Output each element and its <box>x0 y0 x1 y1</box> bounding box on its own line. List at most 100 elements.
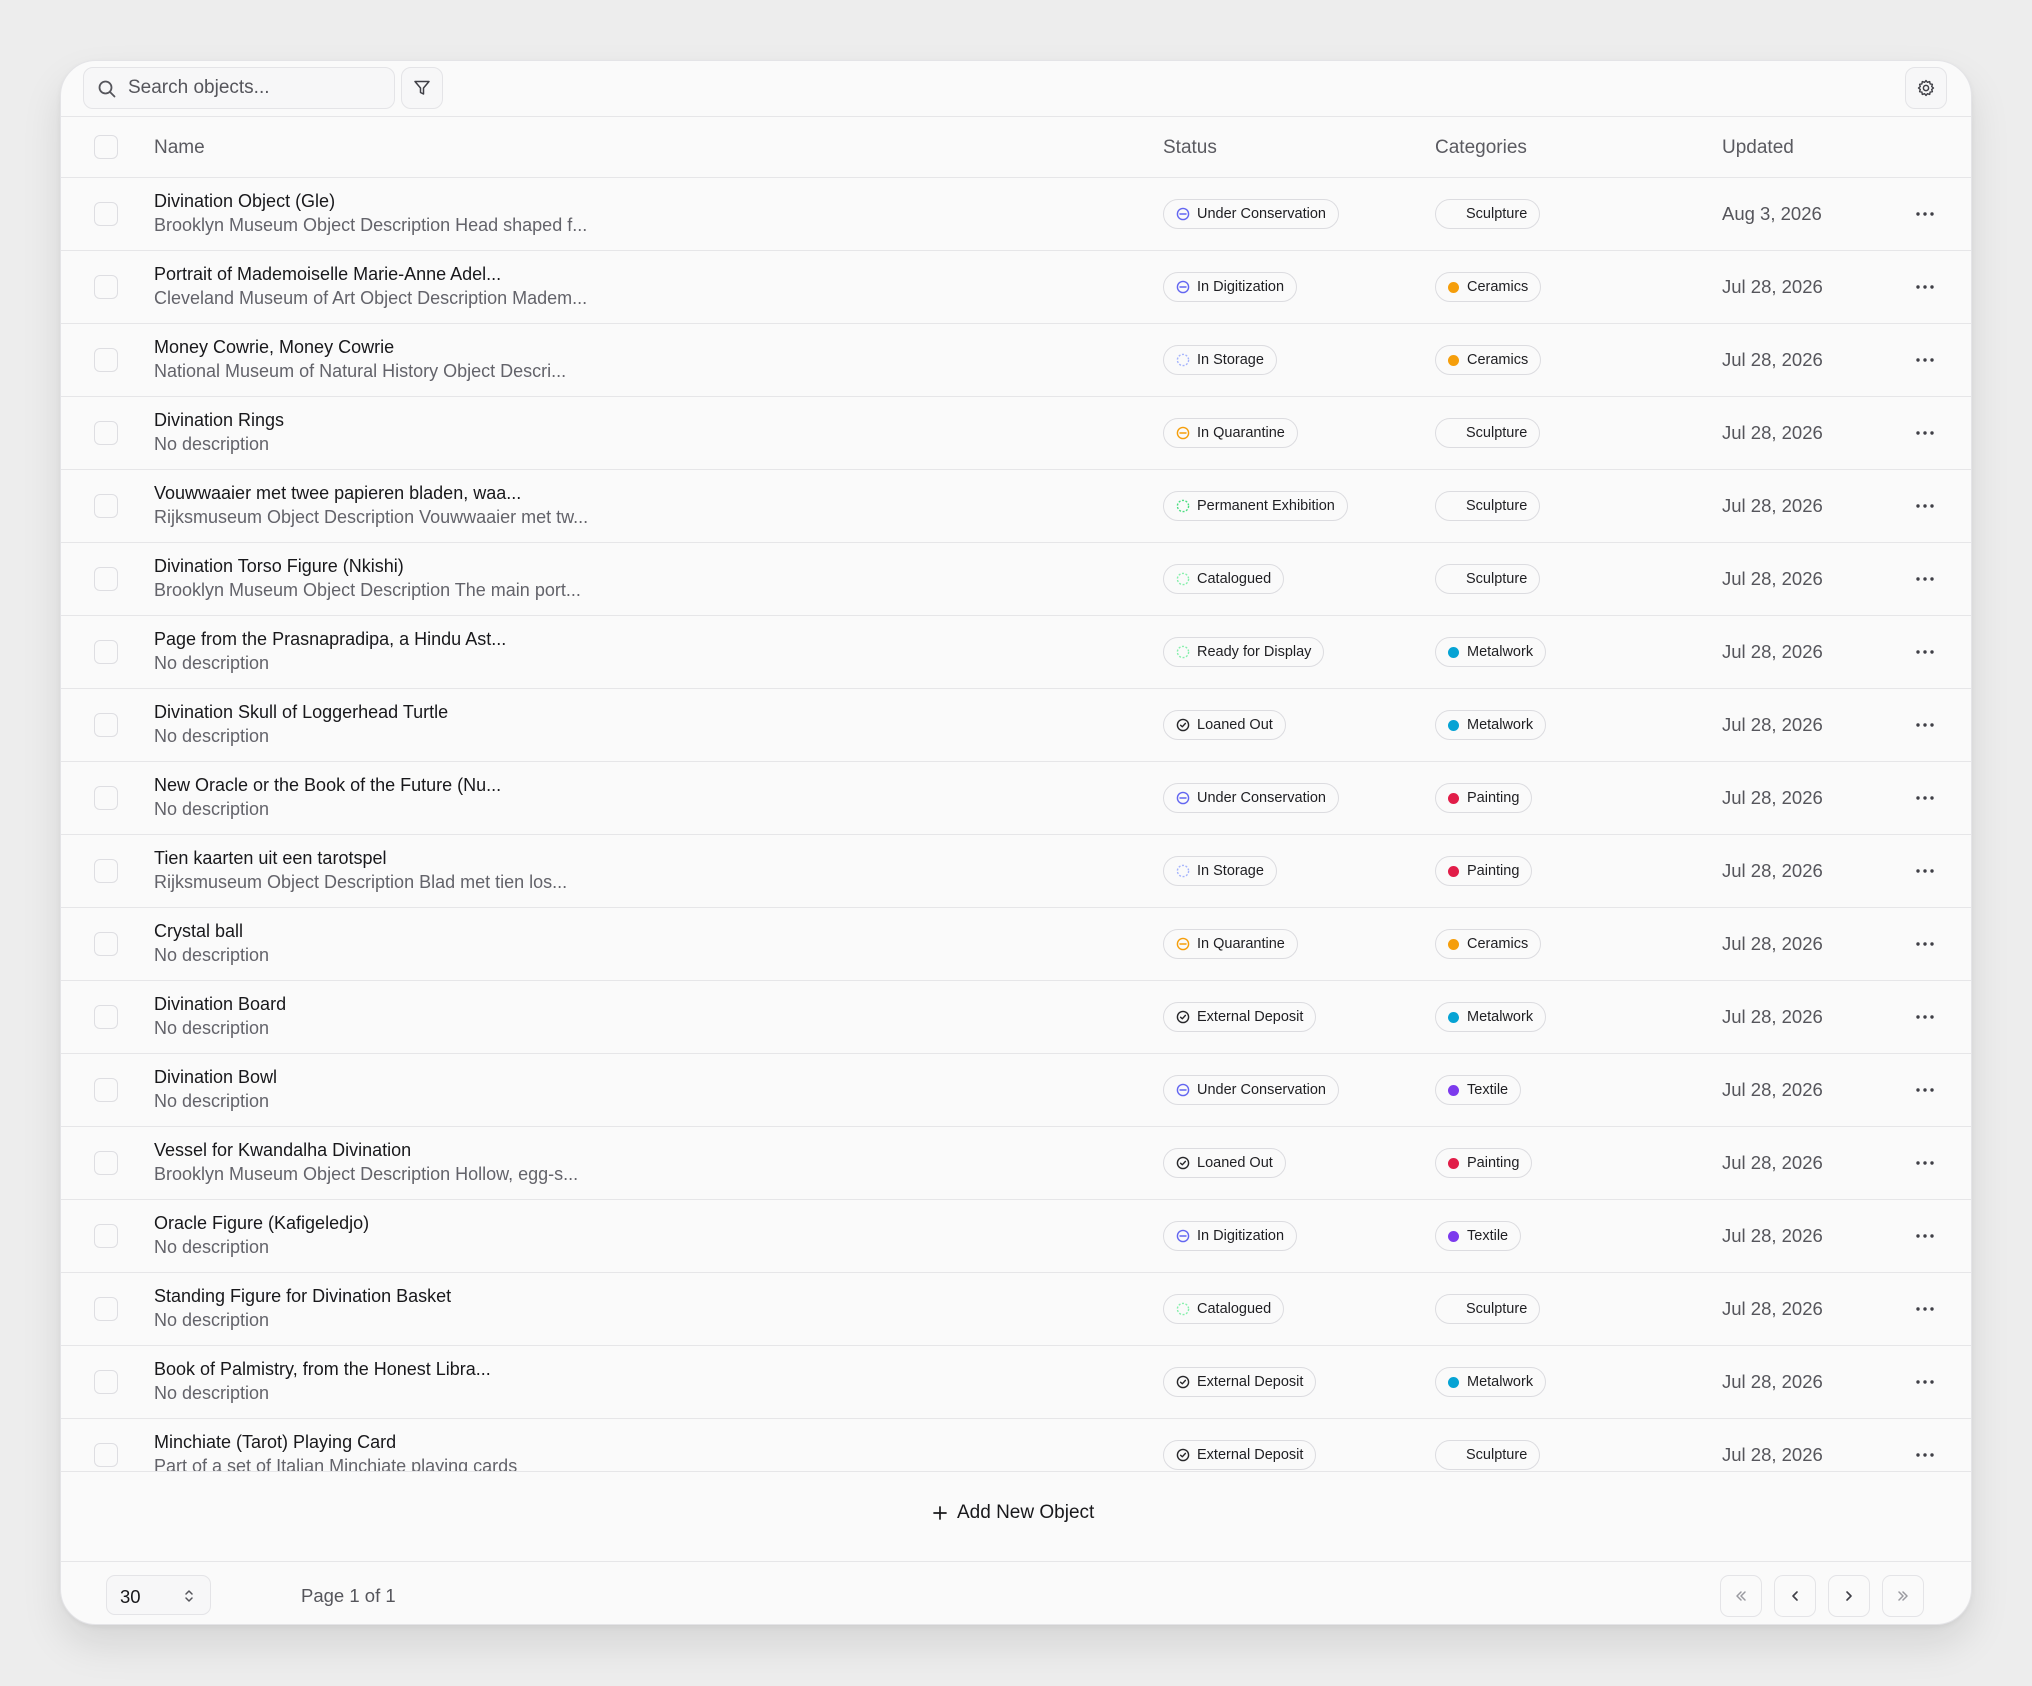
table-row[interactable]: Divination Bowl No description Under Conse… <box>61 1054 1971 1127</box>
row-actions-button[interactable] <box>1910 272 1940 302</box>
category-badge[interactable]: Sculpture <box>1435 418 1541 448</box>
table-row[interactable]: Vessel for Kwandalha Divination Brooklyn … <box>61 1127 1971 1200</box>
object-name[interactable]: Crystal ball <box>154 921 243 942</box>
category-badge[interactable]: Textile <box>1435 1075 1522 1105</box>
row-actions-button[interactable] <box>1910 929 1940 959</box>
row-checkbox[interactable] <box>94 1224 118 1248</box>
row-actions-button[interactable] <box>1910 1002 1940 1032</box>
page-size-select[interactable]: 30 <box>106 1575 211 1615</box>
status-badge[interactable]: In Quarantine <box>1163 418 1298 448</box>
row-checkbox[interactable] <box>94 640 118 664</box>
status-badge[interactable]: Under Conservation <box>1163 783 1339 813</box>
table-row[interactable]: New Oracle or the Book of the Future (Nu… <box>61 762 1971 835</box>
category-badge[interactable]: Ceramics <box>1435 272 1542 302</box>
next-page-button[interactable] <box>1828 1575 1870 1617</box>
row-checkbox[interactable] <box>94 348 118 372</box>
row-checkbox[interactable] <box>94 859 118 883</box>
object-name[interactable]: Divination Board <box>154 994 286 1015</box>
object-name[interactable]: Vessel for Kwandalha Divination <box>154 1140 411 1161</box>
search-input[interactable] <box>126 68 386 108</box>
object-name[interactable]: Vouwwaaier met twee papieren bladen, waa… <box>154 483 521 504</box>
category-badge[interactable]: Sculpture <box>1435 564 1541 594</box>
row-actions-button[interactable] <box>1910 637 1940 667</box>
status-badge[interactable]: Permanent Exhibition <box>1163 491 1348 521</box>
table-row[interactable]: Crystal ball No description In Quarantine C… <box>61 908 1971 981</box>
object-name[interactable]: Money Cowrie, Money Cowrie <box>154 337 394 358</box>
status-badge[interactable]: Catalogued <box>1163 564 1285 594</box>
object-name[interactable]: New Oracle or the Book of the Future (Nu… <box>154 775 501 796</box>
table-row[interactable]: Divination Torso Figure (Nkishi) Brooklyn… <box>61 543 1971 616</box>
row-actions-button[interactable] <box>1910 345 1940 375</box>
object-name[interactable]: Divination Skull of Loggerhead Turtle <box>154 702 448 723</box>
table-row[interactable]: Book of Palmistry, from the Honest Libra… <box>61 1346 1971 1419</box>
object-name[interactable]: Divination Object (Gle) <box>154 191 335 212</box>
status-badge[interactable]: In Quarantine <box>1163 929 1298 959</box>
status-badge[interactable]: Loaned Out <box>1163 710 1286 740</box>
row-checkbox[interactable] <box>94 1443 118 1467</box>
status-badge[interactable]: In Digitization <box>1163 272 1298 302</box>
row-actions-button[interactable] <box>1910 491 1940 521</box>
row-actions-button[interactable] <box>1910 1294 1940 1324</box>
category-badge[interactable]: Metalwork <box>1435 1367 1547 1397</box>
status-badge[interactable]: External Deposit <box>1163 1367 1317 1397</box>
row-actions-button[interactable] <box>1910 710 1940 740</box>
object-name[interactable]: Portrait of Mademoiselle Marie-Anne Adel… <box>154 264 501 285</box>
object-name[interactable]: Tien kaarten uit een tarotspel <box>154 848 386 869</box>
category-badge[interactable]: Sculpture <box>1435 1440 1541 1470</box>
row-actions-button[interactable] <box>1910 418 1940 448</box>
status-badge[interactable]: In Storage <box>1163 345 1277 375</box>
row-actions-button[interactable] <box>1910 1440 1940 1470</box>
header-status[interactable]: Status <box>1163 137 1217 159</box>
category-badge[interactable]: Painting <box>1435 1148 1533 1178</box>
object-name[interactable]: Divination Torso Figure (Nkishi) <box>154 556 404 577</box>
first-page-button[interactable] <box>1720 1575 1762 1617</box>
header-name[interactable]: Name <box>154 137 205 159</box>
table-row[interactable]: Vouwwaaier met twee papieren bladen, waa… <box>61 470 1971 543</box>
table-row[interactable]: Divination Board No description External D… <box>61 981 1971 1054</box>
header-updated[interactable]: Updated <box>1722 137 1794 159</box>
row-checkbox[interactable] <box>94 421 118 445</box>
previous-page-button[interactable] <box>1774 1575 1816 1617</box>
category-badge[interactable]: Painting <box>1435 856 1533 886</box>
filter-button[interactable] <box>401 67 443 109</box>
category-badge[interactable]: Sculpture <box>1435 199 1541 229</box>
row-actions-button[interactable] <box>1910 199 1940 229</box>
object-name[interactable]: Divination Rings <box>154 410 284 431</box>
status-badge[interactable]: Loaned Out <box>1163 1148 1286 1178</box>
row-checkbox[interactable] <box>94 202 118 226</box>
select-all-checkbox[interactable] <box>94 135 118 159</box>
row-checkbox[interactable] <box>94 1005 118 1029</box>
table-row[interactable]: Tien kaarten uit een tarotspel Rijksmuseu… <box>61 835 1971 908</box>
row-actions-button[interactable] <box>1910 856 1940 886</box>
row-checkbox[interactable] <box>94 1297 118 1321</box>
table-row[interactable]: Page from the Prasnapradipa, a Hindu Ast… <box>61 616 1971 689</box>
add-new-object-button[interactable]: Add New Object <box>931 1502 1094 1524</box>
status-badge[interactable]: External Deposit <box>1163 1002 1317 1032</box>
object-name[interactable]: Page from the Prasnapradipa, a Hindu Ast… <box>154 629 506 650</box>
object-name[interactable]: Divination Bowl <box>154 1067 277 1088</box>
header-categories[interactable]: Categories <box>1435 137 1527 159</box>
object-name[interactable]: Book of Palmistry, from the Honest Libra… <box>154 1359 491 1380</box>
category-badge[interactable]: Metalwork <box>1435 1002 1547 1032</box>
table-row[interactable]: Portrait of Mademoiselle Marie-Anne Adel… <box>61 251 1971 324</box>
row-actions-button[interactable] <box>1910 1367 1940 1397</box>
row-checkbox[interactable] <box>94 1151 118 1175</box>
status-badge[interactable]: Under Conservation <box>1163 199 1339 229</box>
table-row[interactable]: Divination Skull of Loggerhead Turtle No … <box>61 689 1971 762</box>
search-box[interactable] <box>83 67 395 109</box>
status-badge[interactable]: Under Conservation <box>1163 1075 1339 1105</box>
category-badge[interactable]: Metalwork <box>1435 637 1547 667</box>
row-checkbox[interactable] <box>94 932 118 956</box>
row-actions-button[interactable] <box>1910 564 1940 594</box>
object-name[interactable]: Standing Figure for Divination Basket <box>154 1286 451 1307</box>
object-name[interactable]: Oracle Figure (Kafigeledjo) <box>154 1213 369 1234</box>
last-page-button[interactable] <box>1882 1575 1924 1617</box>
category-badge[interactable]: Ceramics <box>1435 929 1542 959</box>
row-checkbox[interactable] <box>94 786 118 810</box>
row-checkbox[interactable] <box>94 713 118 737</box>
category-badge[interactable]: Metalwork <box>1435 710 1547 740</box>
row-actions-button[interactable] <box>1910 783 1940 813</box>
table-row[interactable]: Minchiate (Tarot) Playing Card Part of a … <box>61 1419 1971 1471</box>
category-badge[interactable]: Sculpture <box>1435 491 1541 521</box>
row-actions-button[interactable] <box>1910 1075 1940 1105</box>
